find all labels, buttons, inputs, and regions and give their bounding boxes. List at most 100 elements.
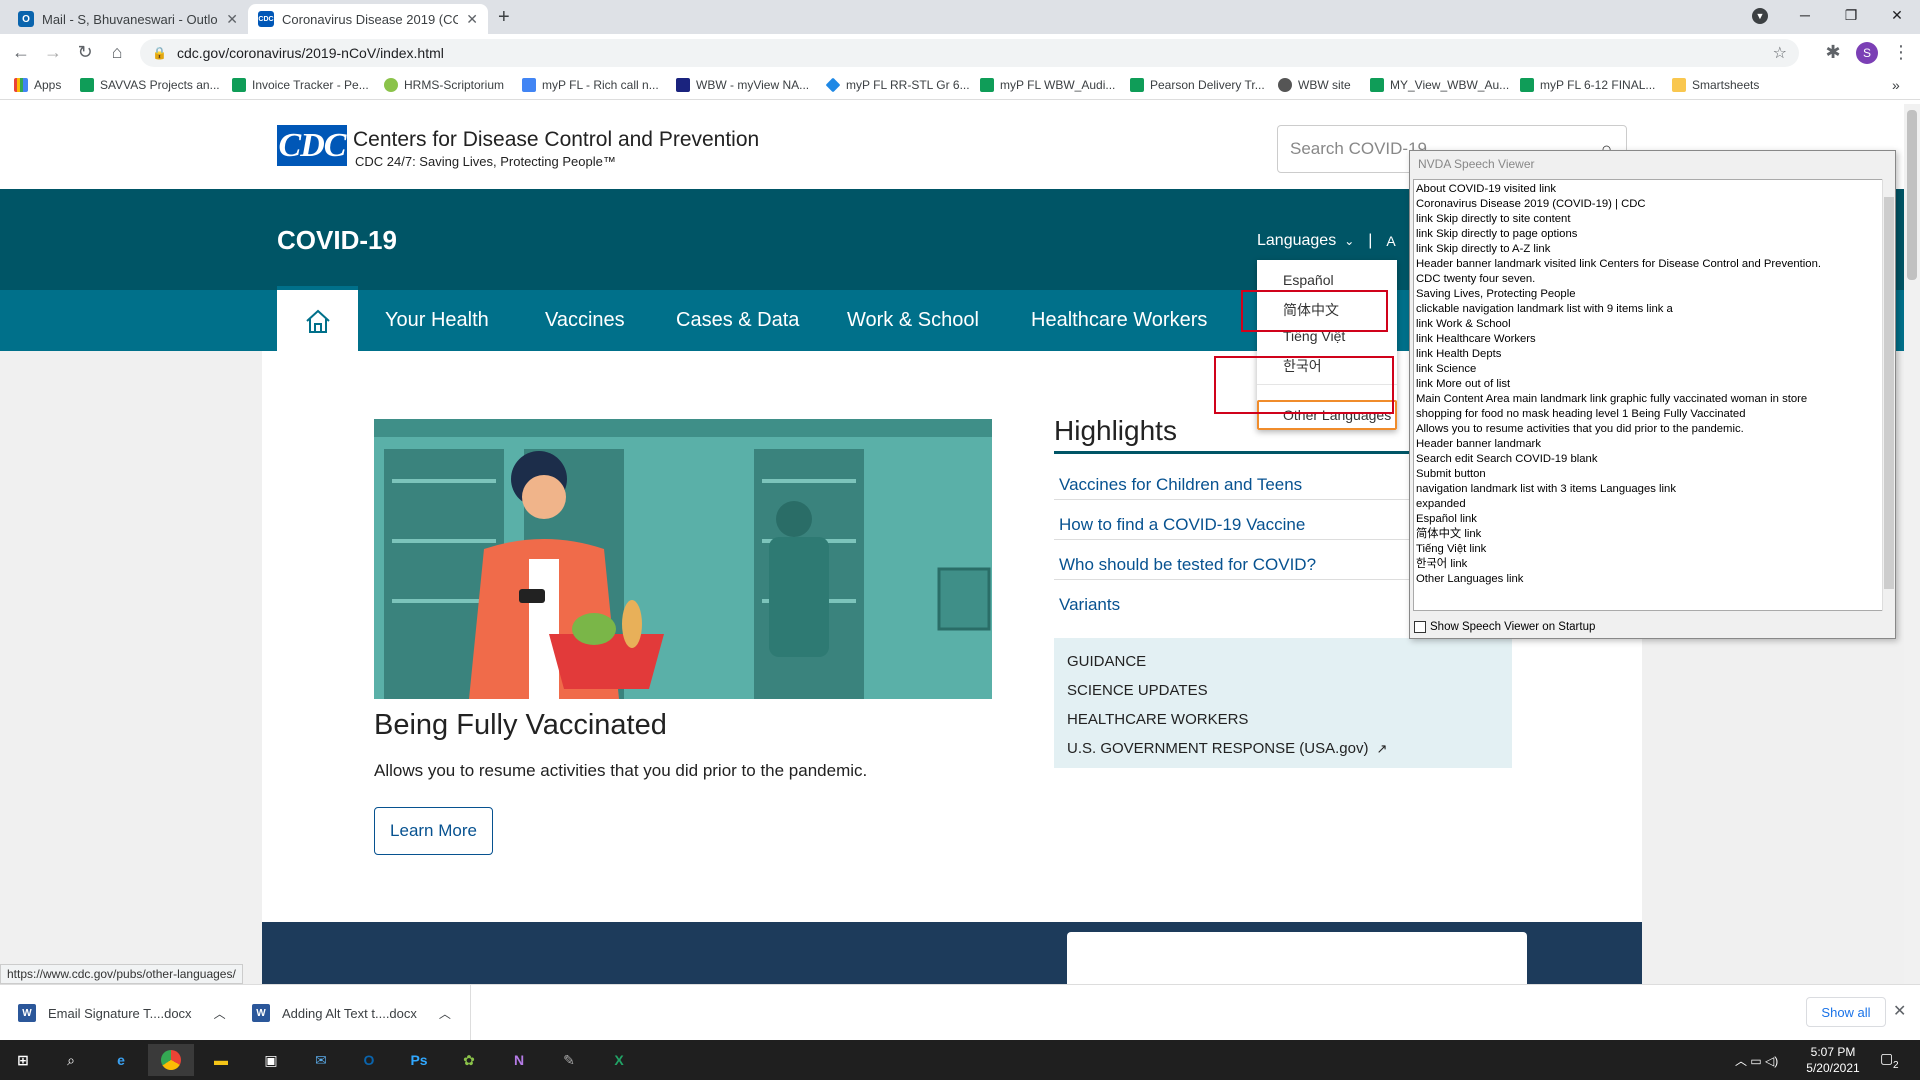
new-tab-button[interactable]: + — [498, 6, 510, 29]
lang-espanol[interactable]: Español — [1283, 272, 1334, 288]
bookmark-item[interactable]: myP FL - Rich call n... — [522, 76, 659, 94]
tab-outlook[interactable]: O Mail - S, Bhuvaneswari - Outlook ✕ — [8, 4, 248, 34]
bookmark-label: WBW site — [1298, 78, 1351, 92]
extensions-icon[interactable]: ✱ — [1820, 40, 1846, 64]
star-icon[interactable]: ☆ — [1773, 43, 1787, 63]
close-icon[interactable]: ✕ — [1893, 1001, 1906, 1021]
close-window-button[interactable]: ✕ — [1874, 0, 1920, 30]
minimize-button[interactable]: ─ — [1782, 0, 1828, 30]
folder-icon — [1672, 78, 1686, 92]
bookmark-item[interactable]: WBW site — [1278, 76, 1351, 94]
org-name[interactable]: Centers for Disease Control and Preventi… — [353, 128, 759, 152]
speech-line: link More out of list — [1416, 378, 1511, 390]
speech-line: Header banner landmark — [1416, 438, 1541, 450]
bookmark-item[interactable]: SAVVAS Projects an... — [80, 76, 220, 94]
speech-line: Allows you to resume activities that you… — [1416, 423, 1744, 435]
tab-search-icon[interactable]: ▼ — [1752, 8, 1768, 24]
speech-line: Submit button — [1416, 468, 1486, 480]
bookmark-label: Pearson Delivery Tr... — [1150, 78, 1265, 92]
scroll-thumb[interactable] — [1884, 197, 1894, 589]
edge-icon[interactable]: e — [98, 1044, 144, 1076]
nav-healthcare-workers[interactable]: Healthcare Workers — [1031, 290, 1207, 351]
nav-cases-data[interactable]: Cases & Data — [676, 290, 799, 351]
scroll-thumb[interactable] — [1907, 110, 1917, 280]
highlight-link[interactable]: Vaccines for Children and Teens — [1059, 475, 1302, 495]
cdc-logo[interactable]: CDC — [277, 125, 347, 166]
paint-icon[interactable]: ✎ — [546, 1044, 592, 1076]
explorer-icon[interactable]: ▬ — [198, 1044, 244, 1076]
bookmark-item[interactable]: Invoice Tracker - Pe... — [232, 76, 369, 94]
cdc-favicon: CDC — [258, 11, 274, 27]
accessibility-icon[interactable]: A — [1386, 233, 1395, 249]
excel-icon[interactable]: X — [596, 1044, 642, 1076]
clock[interactable]: 5:07 PM 5/20/2021 — [1798, 1044, 1868, 1076]
game-icon[interactable]: ✿ — [446, 1044, 492, 1076]
download-item[interactable]: W Email Signature T....docx ︿ — [18, 1001, 226, 1025]
status-bar-url: https://www.cdc.gov/pubs/other-languages… — [0, 964, 243, 984]
close-icon[interactable]: ✕ — [226, 11, 238, 28]
store-icon[interactable]: ▣ — [248, 1044, 294, 1076]
chevron-up-icon[interactable]: ︿ — [439, 1005, 451, 1022]
bookmark-item[interactable]: WBW - myView NA... — [676, 76, 809, 94]
science-updates-link[interactable]: SCIENCE UPDATES — [1067, 682, 1208, 699]
globe-icon — [1278, 78, 1292, 92]
chrome-icon[interactable] — [148, 1044, 194, 1076]
speech-line: link Health Depts — [1416, 348, 1502, 360]
divider — [470, 985, 471, 1041]
bookmark-item[interactable]: myP FL WBW_Audi... — [980, 76, 1115, 94]
site-title[interactable]: COVID-19 — [277, 225, 397, 256]
bookmark-apps[interactable]: Apps — [14, 76, 61, 94]
back-icon[interactable]: ← — [8, 40, 34, 64]
tab-cdc[interactable]: CDC Coronavirus Disease 2019 (COVID ✕ — [248, 4, 488, 34]
reload-icon[interactable]: ↻ — [72, 40, 98, 64]
us-gov-response-link[interactable]: U.S. GOVERNMENT RESPONSE (USA.gov) ↗ — [1067, 740, 1387, 757]
healthcare-workers-link[interactable]: HEALTHCARE WORKERS — [1067, 711, 1248, 728]
photoshop-icon[interactable]: Ps — [396, 1044, 442, 1076]
restore-button[interactable]: ❐ — [1828, 0, 1874, 30]
download-name: Adding Alt Text t....docx — [282, 1005, 417, 1021]
checkbox-icon[interactable] — [1414, 621, 1426, 633]
highlight-link[interactable]: How to find a COVID-19 Vaccine — [1059, 515, 1305, 535]
speech-log[interactable]: About COVID-19 visited link Coronavirus D… — [1413, 179, 1883, 611]
chevron-up-icon[interactable]: ︿ — [214, 1005, 226, 1022]
download-item[interactable]: W Adding Alt Text t....docx ︿ — [252, 1001, 451, 1025]
startup-checkbox[interactable]: Show Speech Viewer on Startup — [1414, 621, 1595, 633]
highlight-link[interactable]: Who should be tested for COVID? — [1059, 555, 1316, 575]
scrollbar[interactable] — [1882, 179, 1894, 611]
bookmark-item[interactable]: Smartsheets — [1672, 76, 1759, 94]
bookmark-item[interactable]: Pearson Delivery Tr... — [1130, 76, 1265, 94]
outlook-icon[interactable]: O — [346, 1044, 392, 1076]
close-icon[interactable]: ✕ — [466, 11, 478, 28]
nav-your-health[interactable]: Your Health — [385, 290, 489, 351]
mail-icon[interactable]: ✉ — [298, 1044, 344, 1076]
highlight-link[interactable]: Variants — [1059, 595, 1120, 615]
forward-icon[interactable]: → — [40, 40, 66, 64]
address-bar[interactable]: 🔒 cdc.gov/coronavirus/2019-nCoV/index.ht… — [140, 39, 1799, 67]
apps-grid-icon — [14, 78, 28, 92]
speech-line: link Work & School — [1416, 318, 1511, 330]
start-icon[interactable]: ⊞ — [0, 1044, 46, 1076]
show-all-button[interactable]: Show all — [1806, 997, 1886, 1027]
page-scrollbar[interactable] — [1904, 104, 1920, 984]
menu-icon[interactable]: ⋮ — [1888, 40, 1914, 64]
search-icon[interactable]: ⌕ — [48, 1044, 94, 1076]
nav-vaccines[interactable]: Vaccines — [545, 290, 625, 351]
nav-work-school[interactable]: Work & School — [847, 290, 979, 351]
bookmark-item[interactable]: myP FL 6-12 FINAL... — [1520, 76, 1655, 94]
onenote-icon[interactable]: N — [496, 1044, 542, 1076]
learn-more-button[interactable]: Learn More — [374, 807, 493, 855]
tray-icons[interactable]: ︿ ▭ ◁) — [1735, 1052, 1778, 1069]
bookmark-label: Smartsheets — [1692, 78, 1760, 92]
home-icon[interactable]: ⌂ — [104, 40, 130, 64]
bookmark-item[interactable]: MY_View_WBW_Au... — [1370, 76, 1509, 94]
hero-image[interactable] — [374, 419, 992, 699]
bookmarks-overflow-button[interactable]: » — [1892, 76, 1900, 94]
guidance-link[interactable]: GUIDANCE — [1067, 653, 1146, 670]
languages-button[interactable]: Languages ⌄ | A — [1257, 232, 1396, 250]
notification-icon[interactable]: ▢ — [1880, 1050, 1893, 1067]
profile-avatar[interactable]: S — [1856, 42, 1878, 64]
bookmark-item[interactable]: HRMS-Scriptorium — [384, 76, 504, 94]
nav-home[interactable] — [277, 286, 358, 351]
bookmark-item[interactable]: myP FL RR-STL Gr 6... — [825, 76, 970, 94]
bookmark-label: MY_View_WBW_Au... — [1390, 78, 1510, 92]
